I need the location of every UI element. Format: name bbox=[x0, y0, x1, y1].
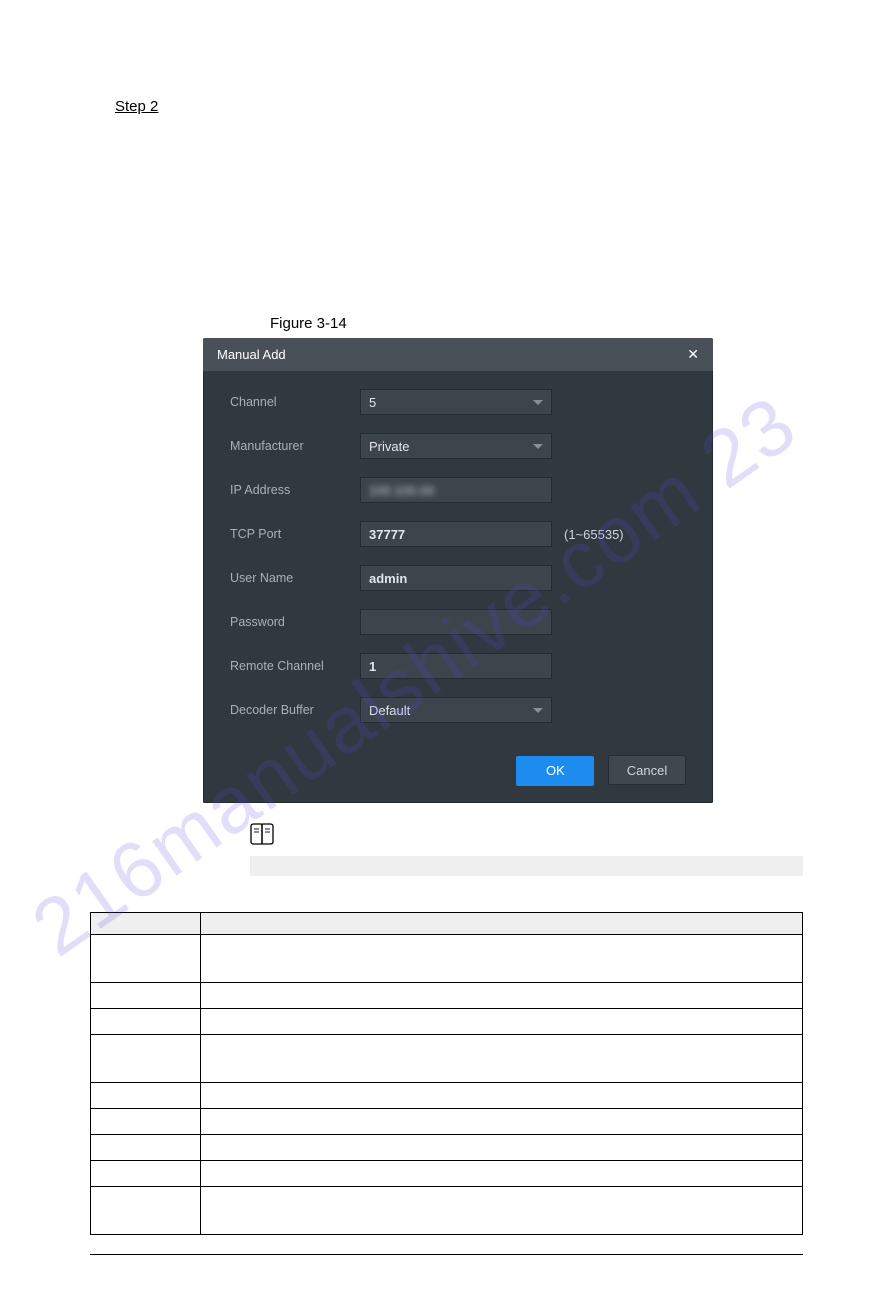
cell-parameter bbox=[91, 983, 201, 1009]
cell-parameter bbox=[91, 1187, 201, 1235]
table-row bbox=[91, 935, 803, 983]
figure-caption: Figure 3-14 bbox=[270, 315, 803, 332]
label-decoder-buffer: Decoder Buffer bbox=[230, 703, 360, 717]
cell-description bbox=[201, 1109, 803, 1135]
label-ip-address: IP Address bbox=[230, 483, 360, 497]
step-heading: Step 2 bbox=[115, 98, 803, 115]
cell-parameter bbox=[91, 1109, 201, 1135]
input-remote-channel-value: 1 bbox=[369, 659, 376, 674]
row-tcp-port: TCP Port 37777 (1~65535) bbox=[230, 521, 686, 547]
label-tcp-port: TCP Port bbox=[230, 527, 360, 541]
table-row bbox=[91, 1035, 803, 1083]
parameters-table bbox=[90, 912, 803, 1235]
table-row bbox=[91, 1109, 803, 1135]
note-book-icon bbox=[250, 823, 274, 845]
dialog-titlebar: Manual Add ✕ bbox=[203, 338, 713, 371]
select-manufacturer-value: Private bbox=[369, 439, 409, 454]
row-decoder-buffer: Decoder Buffer Default bbox=[230, 697, 686, 723]
dialog-title: Manual Add bbox=[217, 347, 286, 362]
table-row bbox=[91, 1009, 803, 1035]
manual-add-dialog: Manual Add ✕ Channel 5 Manufacturer Priv… bbox=[203, 338, 713, 803]
footer-rule bbox=[90, 1254, 803, 1255]
cell-parameter bbox=[91, 1161, 201, 1187]
row-channel: Channel 5 bbox=[230, 389, 686, 415]
table-row bbox=[91, 1135, 803, 1161]
cell-description bbox=[201, 1035, 803, 1083]
table-row bbox=[91, 1187, 803, 1235]
cell-parameter bbox=[91, 1035, 201, 1083]
document-page: 216manualshive.com 23 Step 2 Figure 3-14… bbox=[0, 0, 893, 1295]
row-ip-address: IP Address 100.100.00 bbox=[230, 477, 686, 503]
select-channel-value: 5 bbox=[369, 395, 376, 410]
close-icon[interactable]: ✕ bbox=[687, 346, 699, 363]
row-password: Password bbox=[230, 609, 686, 635]
table-row bbox=[91, 1161, 803, 1187]
cell-description bbox=[201, 1009, 803, 1035]
cell-description bbox=[201, 1161, 803, 1187]
label-manufacturer: Manufacturer bbox=[230, 439, 360, 453]
cell-description bbox=[201, 1083, 803, 1109]
row-manufacturer: Manufacturer Private bbox=[230, 433, 686, 459]
cell-description bbox=[201, 1135, 803, 1161]
header-parameter bbox=[91, 913, 201, 935]
input-user-name-value: admin bbox=[369, 571, 407, 586]
cell-parameter bbox=[91, 1009, 201, 1035]
cell-description bbox=[201, 983, 803, 1009]
table-row bbox=[91, 983, 803, 1009]
select-manufacturer[interactable]: Private bbox=[360, 433, 552, 459]
input-remote-channel[interactable]: 1 bbox=[360, 653, 552, 679]
input-tcp-port-value: 37777 bbox=[369, 527, 405, 542]
label-channel: Channel bbox=[230, 395, 360, 409]
cell-description bbox=[201, 935, 803, 983]
select-decoder-buffer[interactable]: Default bbox=[360, 697, 552, 723]
table-row bbox=[91, 1083, 803, 1109]
dialog-body: Channel 5 Manufacturer Private IP Addres… bbox=[203, 371, 713, 745]
input-ip-address-value: 100.100.00 bbox=[369, 483, 434, 498]
cell-description bbox=[201, 1187, 803, 1235]
cancel-button[interactable]: Cancel bbox=[608, 755, 686, 785]
hint-tcp-port: (1~65535) bbox=[564, 527, 624, 542]
input-tcp-port[interactable]: 37777 bbox=[360, 521, 552, 547]
table-header-row bbox=[91, 913, 803, 935]
input-ip-address[interactable]: 100.100.00 bbox=[360, 477, 552, 503]
ok-button[interactable]: OK bbox=[516, 756, 594, 786]
label-remote-channel: Remote Channel bbox=[230, 659, 360, 673]
cell-parameter bbox=[91, 1135, 201, 1161]
dialog-footer: OK Cancel bbox=[203, 745, 713, 803]
input-password[interactable] bbox=[360, 609, 552, 635]
select-decoder-buffer-value: Default bbox=[369, 703, 410, 718]
label-user-name: User Name bbox=[230, 571, 360, 585]
cell-parameter bbox=[91, 1083, 201, 1109]
select-channel[interactable]: 5 bbox=[360, 389, 552, 415]
row-user-name: User Name admin bbox=[230, 565, 686, 591]
header-description bbox=[201, 913, 803, 935]
input-user-name[interactable]: admin bbox=[360, 565, 552, 591]
label-password: Password bbox=[230, 615, 360, 629]
note-banner bbox=[250, 856, 803, 876]
row-remote-channel: Remote Channel 1 bbox=[230, 653, 686, 679]
cell-parameter bbox=[91, 935, 201, 983]
